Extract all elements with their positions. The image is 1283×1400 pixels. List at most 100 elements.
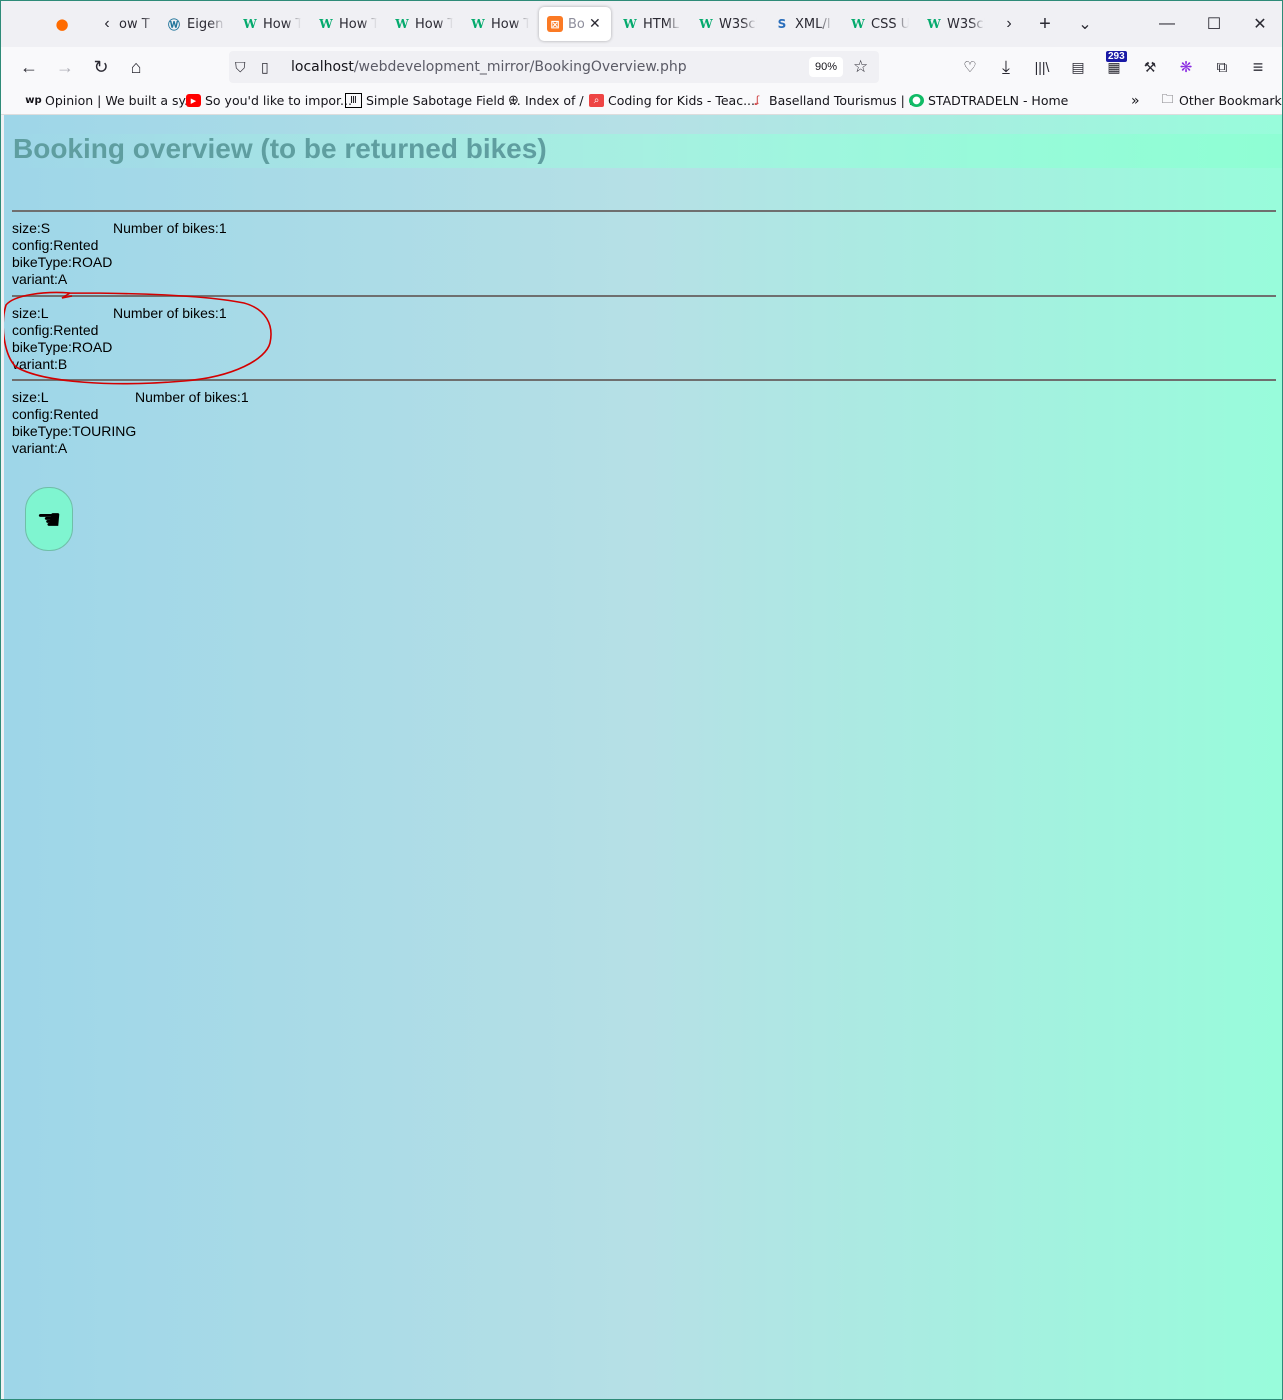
- booking-entry: size:L config:Rented bikeType:ROAD varia…: [12, 305, 227, 373]
- minimize-icon: —: [1159, 15, 1175, 32]
- booking-entry: size:L config:Rented bikeType:TOURING va…: [12, 389, 249, 457]
- w3schools-icon: W: [395, 17, 409, 31]
- bookmark-label: Coding for Kids - Teac...: [608, 93, 756, 108]
- baselland-icon: ʆ: [755, 95, 760, 106]
- booking-bike-type: bikeType:ROAD: [12, 339, 113, 355]
- new-tab-button[interactable]: +: [1031, 11, 1059, 37]
- booking-variant: variant:A: [12, 271, 68, 287]
- tab-label: Bo: [568, 16, 584, 32]
- booking-config: config:Rented: [12, 406, 99, 422]
- close-icon: ✕: [1253, 16, 1267, 33]
- reload-button[interactable]: ↻: [87, 54, 115, 80]
- tab-label: Eigen: [187, 16, 224, 32]
- tab-3[interactable]: W How T: [242, 7, 301, 41]
- w3schools-icon: W: [623, 17, 637, 31]
- pointing-hand-left-icon: ☚: [36, 503, 62, 535]
- globe-icon: ⊕: [508, 93, 519, 108]
- bookmark-item[interactable]: ● STADTRADELN - Home: [909, 93, 1068, 108]
- youtube-icon: ▶: [186, 94, 201, 107]
- extensions-button[interactable]: ⧉: [1208, 54, 1236, 80]
- home-icon: ⌂: [130, 56, 142, 77]
- minimize-button[interactable]: —: [1147, 9, 1187, 39]
- booking-size: size:L: [12, 389, 49, 405]
- bookmark-item[interactable]: wp Opinion | We built a sy...: [25, 93, 197, 108]
- tab-11[interactable]: W CSS U: [850, 7, 909, 41]
- hamburger-menu-icon: ≡: [1252, 56, 1264, 77]
- close-window-button[interactable]: ✕: [1240, 9, 1280, 39]
- booking-size: size:L: [12, 305, 49, 321]
- w3schools-icon: W: [243, 17, 257, 31]
- back-button[interactable]: ←: [15, 54, 43, 80]
- close-tab-icon[interactable]: ✕: [589, 16, 601, 32]
- firefox-view-tab[interactable]: ●: [54, 7, 70, 41]
- tab-label: How T: [415, 16, 453, 32]
- bookmark-item[interactable]: Ⅲ Simple Sabotage Field ...: [345, 93, 521, 108]
- tab-label: How T: [263, 16, 301, 32]
- pocket-button[interactable]: ♡: [956, 54, 984, 80]
- tab-label: CSS U: [871, 16, 909, 32]
- bookmark-item[interactable]: ⌕ Coding for Kids - Teac...: [589, 93, 755, 108]
- sidebar-icon: ▤: [1071, 58, 1085, 75]
- bookmark-label: Index of /: [525, 93, 584, 108]
- forward-button[interactable]: →: [51, 54, 79, 80]
- w3schools-icon: W: [471, 17, 485, 31]
- browser-window: ● ‹ ow T Ⓦ Eigen W How T W How T W How T…: [0, 0, 1283, 1400]
- tab-12[interactable]: W W3Scl: [926, 7, 985, 41]
- bookmark-item[interactable]: ⊕ Index of /: [506, 93, 584, 108]
- home-button[interactable]: ⌂: [122, 54, 150, 80]
- stadtradeln-icon: ●: [909, 94, 924, 107]
- pocket-icon: ♡: [963, 59, 977, 76]
- tab-label: How T: [491, 16, 529, 32]
- maximize-button[interactable]: ☐: [1194, 9, 1234, 39]
- url-text[interactable]: localhost/webdevelopment_mirror/BookingO…: [291, 59, 687, 75]
- navigation-toolbar: ← → ↻ ⌂ ⛉ ▯ localhost/webdevelopment_mir…: [1, 47, 1282, 87]
- sidebar-button[interactable]: ▤: [1064, 54, 1092, 80]
- snowflake-icon: ❋: [1179, 59, 1193, 76]
- tab-2[interactable]: Ⓦ Eigen: [166, 7, 225, 41]
- tab-6[interactable]: W How T: [470, 7, 529, 41]
- page-info-icon[interactable]: ▯: [261, 59, 281, 76]
- zoom-indicator[interactable]: 90%: [809, 57, 843, 77]
- booking-bike-type: bikeType:ROAD: [12, 254, 113, 270]
- tab-10[interactable]: S XML/I: [774, 7, 833, 41]
- bookmark-item[interactable]: ▶ So you'd like to impor...: [186, 93, 352, 108]
- extension-2-button[interactable]: ⚒: [1136, 54, 1164, 80]
- bookmark-item[interactable]: ʆ Baselland Tourismus | ...: [750, 93, 921, 108]
- menu-button[interactable]: ≡: [1244, 54, 1272, 80]
- download-icon: ⤓: [1002, 56, 1010, 77]
- bike-icon: ⚒: [1143, 58, 1157, 75]
- address-bar[interactable]: ⛉ ▯ localhost/webdevelopment_mirror/Book…: [229, 51, 879, 83]
- booking-entry: size:S config:Rented bikeType:ROAD varia…: [12, 220, 227, 288]
- booking-count: Number of bikes:1: [113, 220, 227, 236]
- list-all-tabs-button[interactable]: ⌄: [1071, 11, 1099, 37]
- extension-badge: 293: [1106, 51, 1127, 62]
- tab-9[interactable]: W W3Scl: [698, 7, 757, 41]
- tab-5[interactable]: W How T: [394, 7, 453, 41]
- tab-active-booking[interactable]: ⊠ Bo ✕: [539, 7, 611, 41]
- booking-size: size:S: [12, 220, 51, 236]
- bookmark-label: So you'd like to impor...: [205, 93, 352, 108]
- xampp-icon: ⊠: [547, 16, 563, 32]
- arrow-left-icon: ←: [20, 56, 38, 77]
- downloads-button[interactable]: ⤓: [992, 54, 1020, 80]
- booking-count: Number of bikes:1: [135, 389, 249, 405]
- tab-1[interactable]: ow T: [119, 7, 157, 41]
- scroll-tabs-right-button[interactable]: ›: [995, 11, 1023, 37]
- w3schools-icon: W: [851, 17, 865, 31]
- washington-post-icon: wp: [25, 95, 42, 106]
- more-bookmarks-button[interactable]: »: [1131, 93, 1140, 109]
- scroll-tabs-left-button[interactable]: ‹: [93, 11, 121, 37]
- tracking-protection-icon[interactable]: ⛉: [235, 59, 255, 76]
- tab-8[interactable]: W HTML: [622, 7, 681, 41]
- bookmark-star-icon[interactable]: ☆: [853, 57, 868, 77]
- plus-icon: +: [1039, 12, 1051, 35]
- extension-3-button[interactable]: ❋: [1172, 54, 1200, 80]
- other-bookmarks-folder[interactable]: 🗀 Other Bookmarks: [1160, 92, 1282, 108]
- library-button[interactable]: |||\: [1028, 54, 1056, 80]
- bookmark-label: Simple Sabotage Field ...: [366, 93, 521, 108]
- tab-4[interactable]: W How T: [318, 7, 377, 41]
- booking-config: config:Rented: [12, 237, 99, 253]
- bookmark-label: Opinion | We built a sy...: [45, 93, 197, 108]
- back-home-button[interactable]: ☚: [25, 487, 73, 551]
- tab-label: How T: [339, 16, 377, 32]
